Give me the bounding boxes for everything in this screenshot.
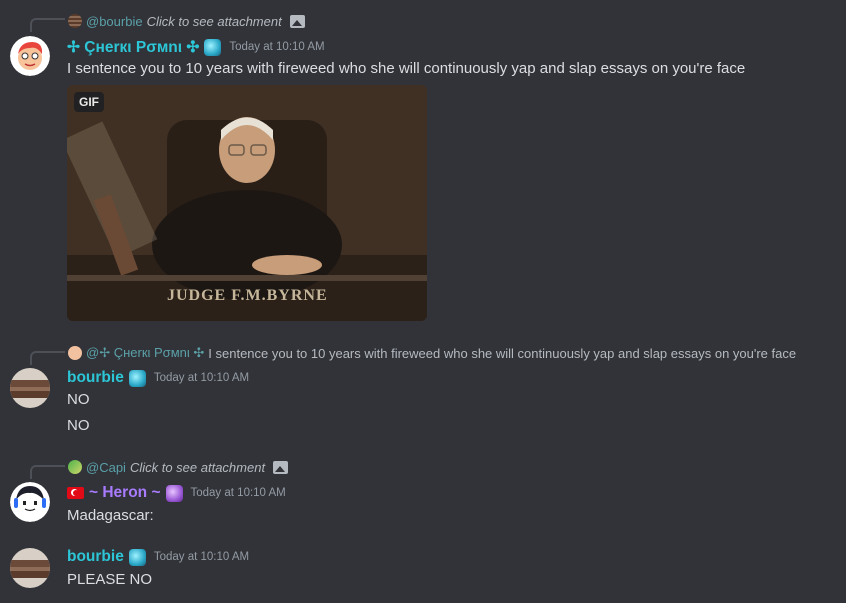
badge-icon: [204, 38, 222, 56]
message-header: bourbie Today at 10:10 AM: [67, 547, 249, 567]
reply-text[interactable]: Click to see attachment: [147, 14, 282, 29]
timestamp[interactable]: Today at 10:10 AM: [229, 41, 324, 53]
gif-badge: GIF: [74, 92, 104, 112]
image-icon: [289, 14, 305, 28]
avatar[interactable]: [10, 36, 50, 76]
image-icon: [273, 460, 289, 474]
reply-connector: [30, 18, 65, 32]
badge-icon: [128, 548, 146, 566]
message-text: Madagascar:: [67, 507, 154, 524]
username[interactable]: ✢ Çнerкι Pσмnι ✣: [67, 38, 199, 57]
avatar[interactable]: [10, 368, 50, 408]
reply-connector: [30, 465, 65, 479]
timestamp[interactable]: Today at 10:10 AM: [154, 372, 249, 384]
gif-attachment[interactable]: GIF JUDGE F.M.BYRNE: [67, 85, 427, 321]
avatar[interactable]: [10, 482, 50, 522]
badge-icon: [165, 484, 183, 502]
reply-text[interactable]: I sentence you to 10 years with fireweed…: [208, 346, 796, 361]
message-text: NO: [67, 417, 90, 434]
message-header: bourbie Today at 10:10 AM: [67, 368, 249, 388]
avatar[interactable]: [10, 548, 50, 588]
reply-author[interactable]: @Capi: [86, 460, 126, 475]
reply-connector: [30, 351, 65, 365]
reply-preview[interactable]: @✢ Çнerкι Pσмnι ✣ I sentence you to 10 y…: [68, 344, 796, 362]
reply-avatar: [68, 14, 82, 28]
timestamp[interactable]: Today at 10:10 AM: [191, 487, 286, 499]
reply-preview[interactable]: @bourbie Click to see attachment: [68, 12, 305, 30]
message-text: PLEASE NO: [67, 571, 153, 588]
reply-avatar: [68, 346, 82, 360]
reply-preview[interactable]: @Capi Click to see attachment: [68, 458, 289, 476]
timestamp[interactable]: Today at 10:10 AM: [154, 551, 249, 563]
badge-icon: [128, 369, 146, 387]
nameplate-text: JUDGE F.M.BYRNE: [167, 287, 328, 304]
username[interactable]: bourbie: [67, 369, 124, 387]
username[interactable]: bourbie: [67, 548, 124, 566]
turkey-flag-icon: [67, 487, 84, 499]
message-header: ✢ Çнerкι Pσмnι ✣ Today at 10:10 AM: [67, 37, 325, 57]
message-header: ~ Heron ~ Today at 10:10 AM: [67, 483, 286, 503]
message-text: I sentence you to 10 years with fireweed…: [67, 60, 746, 77]
reply-text[interactable]: Click to see attachment: [130, 460, 265, 475]
reply-avatar: [68, 460, 82, 474]
reply-author[interactable]: @✢ Çнerкι Pσмnι ✣: [86, 345, 204, 361]
username[interactable]: ~ Heron ~: [89, 484, 161, 502]
message-text: NO: [67, 391, 90, 408]
reply-author[interactable]: @bourbie: [86, 14, 143, 29]
